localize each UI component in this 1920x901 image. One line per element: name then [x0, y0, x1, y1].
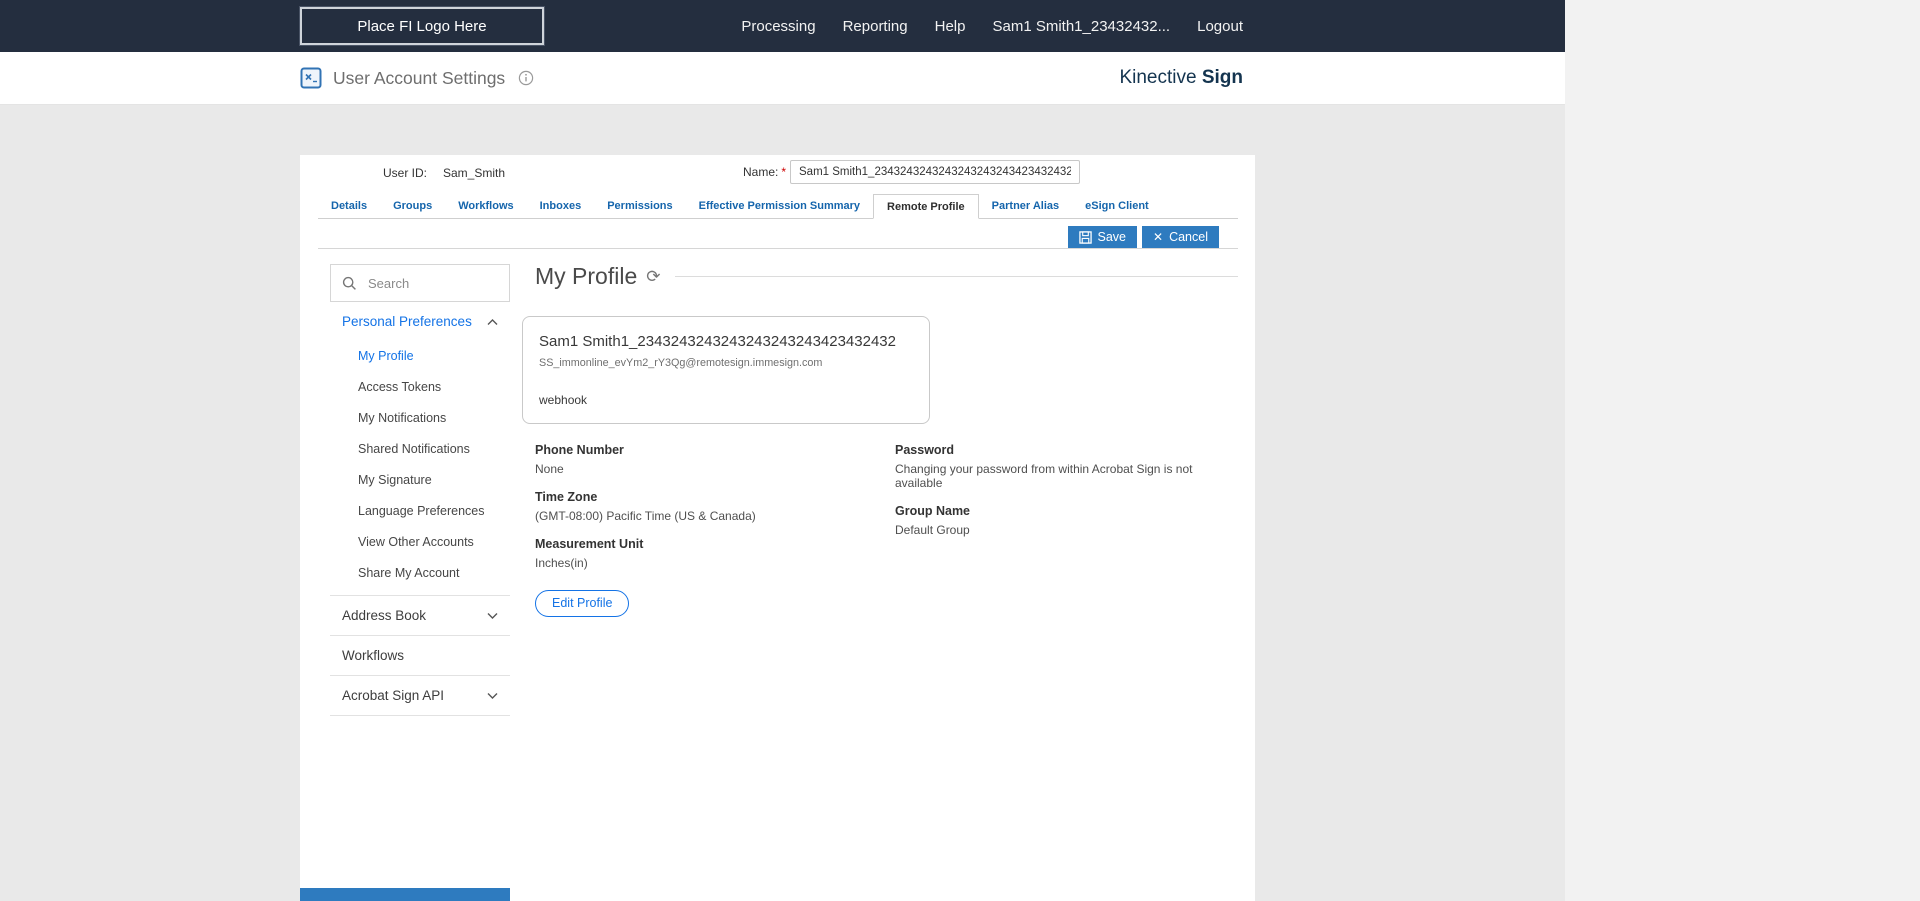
fi-logo-text: Place FI Logo Here	[357, 17, 487, 35]
profile-card-name: Sam1 Smith1_2343243243243243243243423432…	[539, 333, 896, 350]
tab-groups[interactable]: Groups	[380, 194, 445, 218]
sidebar-item-language-preferences[interactable]: Language Preferences	[330, 496, 510, 527]
topbar: Place FI Logo Here Processing Reporting …	[0, 0, 1565, 52]
action-buttons: Save ✕ Cancel	[1067, 226, 1219, 249]
app-window: Place FI Logo Here Processing Reporting …	[0, 0, 1565, 901]
sidebar-group-personal-preferences[interactable]: Personal Preferences	[330, 302, 510, 341]
user-id-label: User ID:	[383, 166, 428, 180]
brand-regular: Kinective	[1119, 67, 1197, 88]
sidebar-search[interactable]	[330, 264, 510, 302]
cancel-label: Cancel	[1169, 230, 1208, 244]
info-icon[interactable]	[518, 70, 534, 86]
sidebar-item-my-notifications[interactable]: My Notifications	[330, 403, 510, 434]
chevron-up-icon	[487, 318, 498, 326]
sidebar-item-view-other-accounts[interactable]: View Other Accounts	[330, 527, 510, 558]
content-panel: User ID: Sam_Smith Name: * Details Group…	[300, 155, 1255, 901]
search-icon	[342, 276, 357, 291]
required-asterisk: *	[781, 165, 787, 179]
tab-details[interactable]: Details	[318, 194, 380, 218]
tab-bar: Details Groups Workflows Inboxes Permiss…	[318, 194, 1238, 219]
cancel-button[interactable]: ✕ Cancel	[1142, 226, 1219, 249]
field-label: Time Zone	[535, 490, 598, 504]
search-input[interactable]	[366, 274, 498, 292]
field-value: Inches(in)	[535, 556, 588, 570]
field-value: Changing your password from within Acrob…	[895, 462, 1193, 490]
save-button[interactable]: Save	[1067, 226, 1138, 249]
page-title: User Account Settings	[333, 67, 506, 88]
nav-logout[interactable]: Logout	[1197, 18, 1243, 35]
fields-right-column: Password Changing your password from wit…	[895, 443, 1238, 584]
tab-esign-client[interactable]: eSign Client	[1072, 194, 1162, 218]
tab-permissions[interactable]: Permissions	[594, 194, 685, 218]
tab-effective-permission-summary[interactable]: Effective Permission Summary	[686, 194, 873, 218]
profile-card: Sam1 Smith1_2343243243243243243243423432…	[522, 316, 930, 424]
sidebar-item-shared-notifications[interactable]: Shared Notifications	[330, 434, 510, 465]
user-account-settings-icon	[300, 67, 322, 89]
field-value: (GMT-08:00) Pacific Time (US & Canada)	[535, 509, 756, 523]
field-label: Measurement Unit	[535, 537, 644, 551]
chevron-down-icon	[487, 692, 498, 700]
save-label: Save	[1097, 230, 1127, 244]
name-label: Name:	[743, 165, 779, 179]
tab-partner-alias[interactable]: Partner Alias	[979, 194, 1072, 218]
address-book-label: Address Book	[342, 608, 427, 623]
sidebar-item-share-my-account[interactable]: Share My Account	[330, 558, 510, 589]
sidebar-group-address-book[interactable]: Address Book	[330, 595, 510, 635]
name-input[interactable]	[790, 160, 1081, 184]
chevron-down-icon	[487, 612, 498, 620]
profile-heading-row: My Profile ⟳	[522, 263, 1238, 290]
field-group-name: Group Name Default Group	[895, 504, 1238, 537]
brand-logo: Kinective Sign	[1119, 67, 1243, 89]
settings-sidebar: Personal Preferences My Profile Access T…	[330, 264, 510, 716]
brand-bold: Sign	[1201, 67, 1243, 88]
sidebar-item-my-signature[interactable]: My Signature	[330, 465, 510, 496]
heading-divider	[674, 276, 1238, 277]
sidebar-group-acrobat-sign-api[interactable]: Acrobat Sign API	[330, 675, 510, 716]
field-measurement-unit: Measurement Unit Inches(in)	[535, 537, 865, 570]
top-nav: Processing Reporting Help Sam1 Smith1_23…	[741, 18, 1243, 35]
sidebar-item-my-profile[interactable]: My Profile	[330, 341, 510, 372]
name-field-group: Name: *	[743, 160, 1081, 184]
personal-preferences-label: Personal Preferences	[342, 314, 472, 329]
fields-left-column: Phone Number None Time Zone (GMT-08:00) …	[535, 443, 895, 584]
save-icon	[1078, 230, 1092, 244]
field-password: Password Changing your password from wit…	[895, 443, 1238, 490]
cancel-icon: ✕	[1153, 230, 1164, 244]
profile-heading: My Profile	[535, 263, 638, 289]
fi-logo-placeholder[interactable]: Place FI Logo Here	[300, 7, 544, 45]
sidebar-group-workflows[interactable]: Workflows	[330, 635, 510, 675]
nav-reporting[interactable]: Reporting	[843, 18, 908, 35]
tab-inboxes[interactable]: Inboxes	[527, 194, 595, 218]
nav-current-user[interactable]: Sam1 Smith1_23432432...	[992, 18, 1170, 35]
field-label: Password	[895, 443, 955, 457]
screen: Place FI Logo Here Processing Reporting …	[0, 0, 1920, 901]
field-label: Group Name	[895, 504, 971, 518]
acrobat-sign-api-label: Acrobat Sign API	[342, 688, 445, 703]
profile-fields: Phone Number None Time Zone (GMT-08:00) …	[535, 443, 1238, 584]
nav-processing[interactable]: Processing	[741, 18, 815, 35]
workflows-label: Workflows	[342, 648, 405, 663]
refresh-icon[interactable]: ⟳	[646, 268, 660, 285]
field-value: None	[535, 462, 564, 476]
partial-bottom-blue-element	[300, 888, 510, 901]
field-label: Phone Number	[535, 443, 624, 457]
personal-preferences-items: My Profile Access Tokens My Notification…	[330, 341, 510, 595]
user-id-value: Sam_Smith	[443, 166, 506, 180]
horizontal-divider	[318, 248, 1238, 249]
profile-card-email: SS_immonline_evYm2_rY3Qg@remotesign.imme…	[539, 357, 823, 369]
profile-card-webhook: webhook	[539, 393, 588, 407]
field-phone-number: Phone Number None	[535, 443, 865, 476]
tab-remote-profile[interactable]: Remote Profile	[873, 194, 979, 219]
sidebar-item-access-tokens[interactable]: Access Tokens	[330, 372, 510, 403]
tab-workflows[interactable]: Workflows	[445, 194, 526, 218]
field-time-zone: Time Zone (GMT-08:00) Pacific Time (US &…	[535, 490, 865, 523]
page-header: User Account Settings Kinective Sign	[0, 52, 1565, 105]
field-value: Default Group	[895, 523, 970, 537]
edit-profile-button[interactable]: Edit Profile	[535, 590, 630, 617]
profile-main: My Profile ⟳ Sam1 Smith1_234324324324324…	[522, 263, 1238, 617]
nav-help[interactable]: Help	[935, 18, 966, 35]
